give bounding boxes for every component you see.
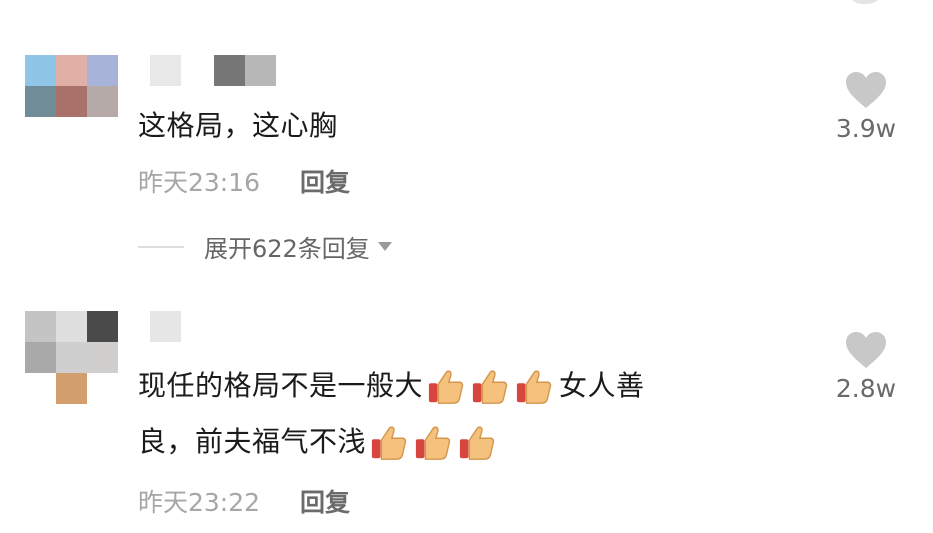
avatar-pixel — [87, 55, 118, 86]
thumbs-up-emoji-icon — [516, 370, 552, 404]
username-mosaic[interactable] — [150, 311, 181, 342]
avatar-pixel — [25, 311, 56, 342]
comment-text-line-2: 良，前夫福气不浅 — [138, 414, 798, 470]
name-pixel — [181, 55, 214, 86]
reply-button[interactable]: 回复 — [300, 163, 350, 199]
previous-like-icon-partial — [848, 0, 882, 4]
thumbs-up-emoji-icon — [459, 426, 495, 460]
avatar-pixel — [25, 55, 56, 86]
name-pixel — [214, 55, 245, 86]
expand-replies-label: 展开622条回复 — [204, 235, 370, 263]
comment-meta: 昨天23:22 回复 — [138, 483, 350, 519]
comment-text-part: 现任的格局不是一般大 — [138, 369, 424, 402]
like-count: 2.8w — [835, 374, 897, 403]
name-pixel — [245, 55, 276, 86]
comment-text-content: 这格局，这心胸 — [138, 109, 338, 142]
avatar[interactable] — [25, 311, 118, 404]
heart-icon — [846, 332, 886, 368]
comment-text-line-1: 现任的格局不是一般大 女人善 — [138, 358, 798, 414]
avatar-pixel — [56, 342, 87, 373]
heart-icon — [846, 72, 886, 108]
reply-button[interactable]: 回复 — [300, 483, 350, 519]
name-pixel — [150, 55, 181, 86]
timestamp: 昨天23:16 — [138, 168, 261, 197]
avatar-pixel — [56, 311, 87, 342]
caret-down-icon — [377, 242, 392, 251]
like-count: 3.9w — [835, 114, 897, 143]
avatar[interactable] — [25, 55, 118, 117]
thumbs-up-emoji-icon — [428, 370, 464, 404]
avatar-pixel — [87, 342, 118, 373]
emoji-group — [370, 424, 496, 462]
avatar-pixel — [25, 373, 56, 404]
comment-text: 这格局，这心胸 — [138, 98, 798, 154]
avatar-pixel — [87, 86, 118, 117]
comment-meta: 昨天23:16 回复 — [138, 163, 350, 199]
thumbs-up-emoji-icon — [371, 426, 407, 460]
avatar-pixel — [56, 55, 87, 86]
timestamp: 昨天23:22 — [138, 488, 261, 517]
avatar-pixel — [56, 86, 87, 117]
username-mosaic[interactable] — [150, 55, 276, 86]
divider-line — [138, 245, 184, 248]
avatar-pixel — [25, 342, 56, 373]
comment-text-part: 良，前夫福气不浅 — [138, 425, 367, 458]
name-pixel — [150, 311, 181, 342]
comment-text-part: 女人善 — [559, 369, 645, 402]
like-button[interactable]: 2.8w — [826, 330, 906, 403]
thumbs-up-emoji-icon — [415, 426, 451, 460]
avatar-pixel — [56, 373, 87, 404]
expand-replies-button[interactable]: 展开622条回复 — [138, 229, 392, 264]
avatar-pixel — [87, 373, 118, 404]
avatar-pixel — [87, 311, 118, 342]
comment-text: 现任的格局不是一般大 女人善 良，前夫福气不浅 — [138, 358, 798, 470]
emoji-group — [427, 368, 553, 406]
avatar-pixel — [25, 86, 56, 117]
thumbs-up-emoji-icon — [472, 370, 508, 404]
like-button[interactable]: 3.9w — [826, 70, 906, 143]
